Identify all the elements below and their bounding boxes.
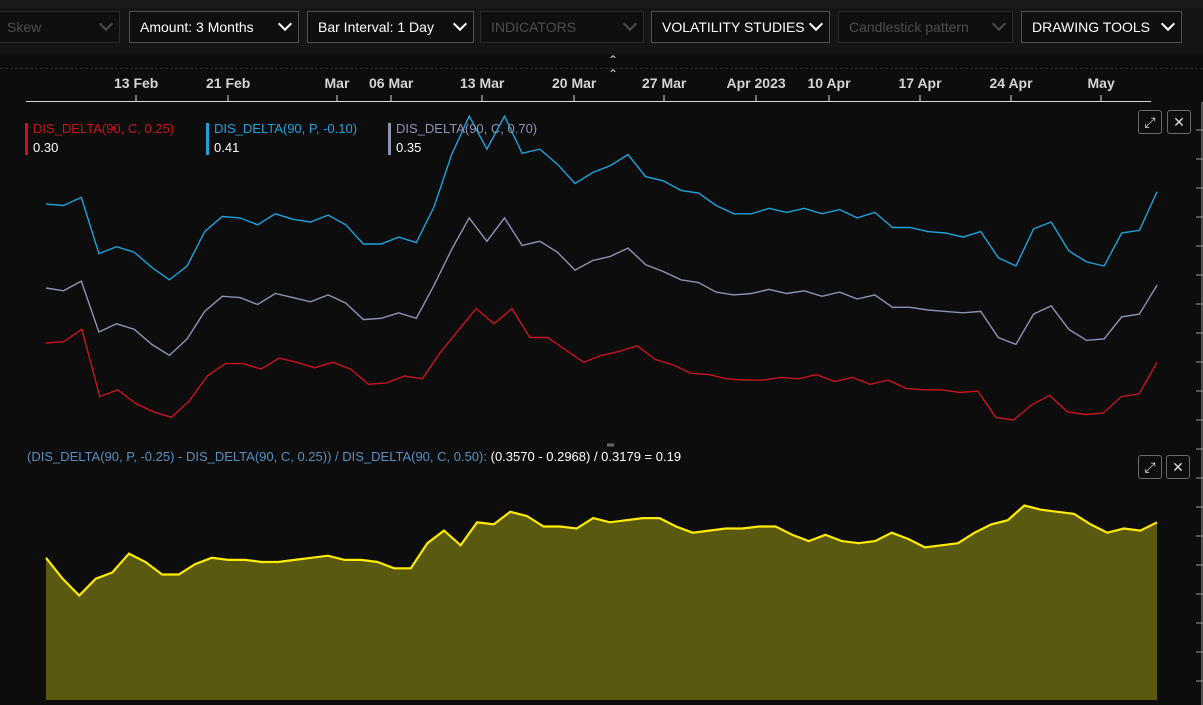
legend-series-value: 0.35 <box>396 140 422 155</box>
legend-series-name: DIS_DELTA(90, C, 0.70) <box>396 121 538 136</box>
series-line-2 <box>45 216 1158 357</box>
legend-item-call-25: DIS_DELTA(90, C, 0.25) 0.30 <box>25 121 174 155</box>
panel-resize-handle[interactable]: ═ <box>607 440 614 451</box>
legend-item-call-70: DIS_DELTA(90, C, 0.70) 0.35 <box>388 121 537 155</box>
legend-color-swatch <box>25 123 28 155</box>
close-icon[interactable]: ✕ <box>1166 455 1190 479</box>
legend-series-name: DIS_DELTA(90, P, -0.10) <box>214 121 358 136</box>
close-icon[interactable]: ✕ <box>1167 110 1191 134</box>
expand-icon[interactable]: ⤢ <box>1138 455 1162 479</box>
formula-expression: (DIS_DELTA(90, P, -0.25) - DIS_DELTA(90,… <box>27 449 487 464</box>
legend-series-value: 0.30 <box>33 140 59 155</box>
chart-canvas <box>45 95 1203 705</box>
legend-series-name: DIS_DELTA(90, C, 0.25) <box>33 121 175 136</box>
area-fill <box>46 505 1157 700</box>
expand-icon[interactable]: ⤢ <box>1138 110 1162 134</box>
legend-item-put-10: DIS_DELTA(90, P, -0.10) 0.41 <box>206 121 357 155</box>
formula-result: (0.3570 - 0.2968) / 0.3179 = 0.19 <box>490 449 682 464</box>
legend-color-swatch <box>206 123 209 155</box>
study-formula: (DIS_DELTA(90, P, -0.25) - DIS_DELTA(90,… <box>27 449 681 464</box>
legend-series-value: 0.41 <box>214 140 240 155</box>
legend-color-swatch <box>388 123 391 155</box>
